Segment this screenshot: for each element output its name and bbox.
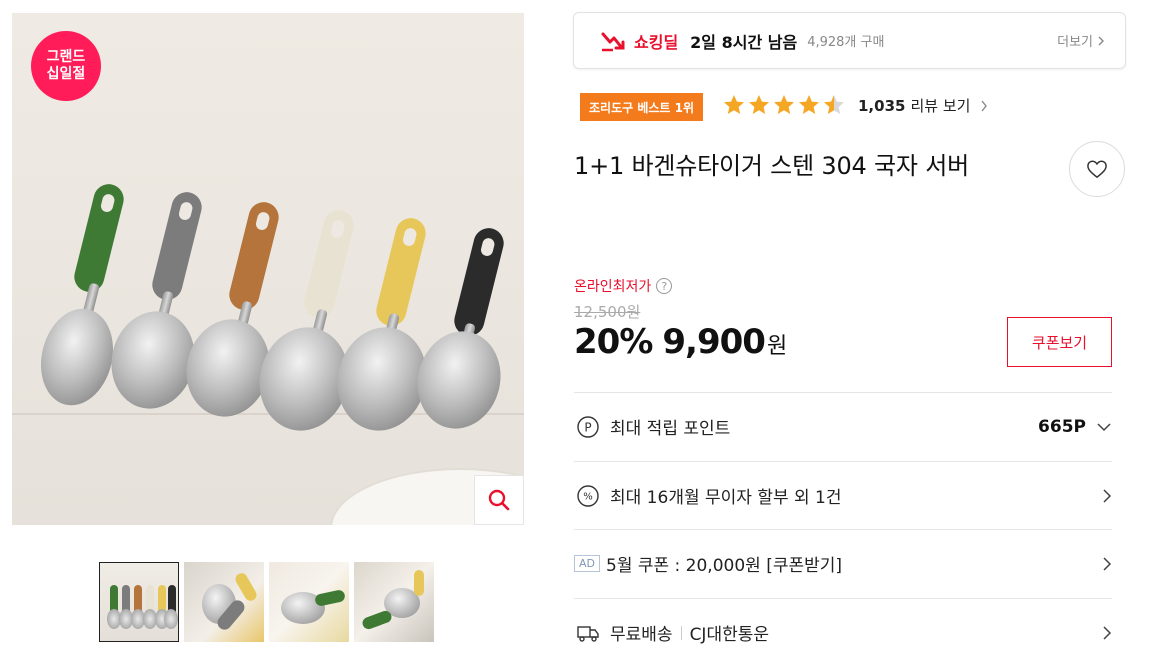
carrier-label: CJ대한통운: [689, 625, 770, 645]
points-row[interactable]: P 최대 적립 포인트 665P: [574, 392, 1112, 460]
review-label: 리뷰 보기: [910, 97, 971, 115]
shipping-right: [1102, 625, 1112, 641]
star-icon: [749, 95, 769, 114]
star-icon: [774, 95, 794, 114]
lowest-price-text: 온라인최저가: [574, 279, 652, 295]
points-label: 최대 적립 포인트: [610, 419, 731, 439]
search-icon: [488, 489, 510, 511]
currency-unit: 원: [766, 334, 788, 359]
chevron-down-icon: [1097, 422, 1111, 431]
divider: [680, 625, 682, 640]
svg-text:%: %: [583, 491, 593, 502]
shipping-row[interactable]: 무료배송 CJ대한통운: [574, 598, 1112, 654]
help-icon[interactable]: ?: [656, 278, 673, 294]
badge-line-1: 그랜드: [46, 49, 86, 65]
deal-more-label: 더보기: [1057, 35, 1093, 50]
percent-icon: %: [576, 484, 600, 508]
svg-text:P: P: [584, 420, 591, 434]
points-right: 665P: [1038, 417, 1112, 437]
shocking-deal-icon: [601, 32, 625, 51]
truck-icon: [576, 621, 600, 645]
thumbnail-4[interactable]: [354, 562, 434, 642]
star-rating: [722, 92, 846, 118]
thumbnail-2[interactable]: [184, 562, 264, 642]
ad-tag: AD: [574, 555, 600, 572]
point-icon: P: [576, 415, 600, 439]
coupon-row[interactable]: AD 5월 쿠폰 : 20,000원 [쿠폰받기]: [574, 529, 1112, 597]
lowest-price-label: 온라인최저가 ?: [574, 276, 673, 296]
deal-title: 쇼킹딜: [634, 32, 679, 52]
chevron-right-icon: [1103, 625, 1112, 640]
deal-more-link[interactable]: 더보기: [1057, 31, 1105, 50]
chevron-right-icon: [1103, 556, 1112, 571]
installment-row[interactable]: % 최대 16개월 무이자 할부 외 1건: [574, 461, 1112, 529]
shocking-deal-bar: 쇼킹딜 2일 8시간 남음 4,928개 구매 더보기: [573, 12, 1126, 69]
shipping-label: 무료배송: [610, 625, 673, 645]
product-main-image[interactable]: 그랜드 십일절: [12, 13, 524, 525]
chevron-right-icon: [1098, 36, 1104, 45]
coupon-view-button[interactable]: 쿠폰보기: [1007, 317, 1112, 367]
review-link[interactable]: 1,035 리뷰 보기: [858, 95, 988, 116]
coupon-label: 5월 쿠폰 : 20,000원 [쿠폰받기]: [606, 556, 843, 576]
best-rank-badge[interactable]: 조리도구 베스트 1위: [580, 93, 704, 121]
heart-icon: [1087, 160, 1107, 179]
sale-price: 9,900: [662, 322, 766, 362]
chevron-right-icon: [981, 100, 988, 111]
half-star-icon: [824, 95, 844, 114]
thumbnail-3[interactable]: [269, 562, 349, 642]
chevron-right-icon: [1103, 488, 1112, 503]
thumbnail-1[interactable]: [99, 562, 179, 642]
points-value: 665P: [1038, 416, 1086, 437]
installment-label: 최대 16개월 무이자 할부 외 1건: [610, 488, 842, 508]
star-icon: [799, 95, 819, 114]
discount-rate: 20%: [574, 322, 653, 362]
badge-line-2: 십일절: [46, 66, 86, 82]
deal-time-left: 2일 8시간 남음: [690, 32, 798, 52]
price-row: 20% 9,900 원: [574, 322, 787, 362]
product-title: 1+1 바겐슈타이거 스텐 304 국자 서버: [574, 152, 969, 180]
installment-right: [1102, 488, 1112, 504]
coupon-right: [1102, 556, 1112, 572]
grand-11day-badge: 그랜드 십일절: [31, 31, 101, 101]
zoom-button[interactable]: [474, 475, 524, 525]
wishlist-button[interactable]: [1069, 141, 1125, 197]
deal-purchase-count: 4,928개 구매: [807, 35, 885, 50]
review-count: 1,035: [858, 96, 906, 115]
original-price: 12,500원: [574, 303, 641, 321]
thumbnail-list: [99, 562, 434, 642]
star-icon: [724, 95, 744, 114]
